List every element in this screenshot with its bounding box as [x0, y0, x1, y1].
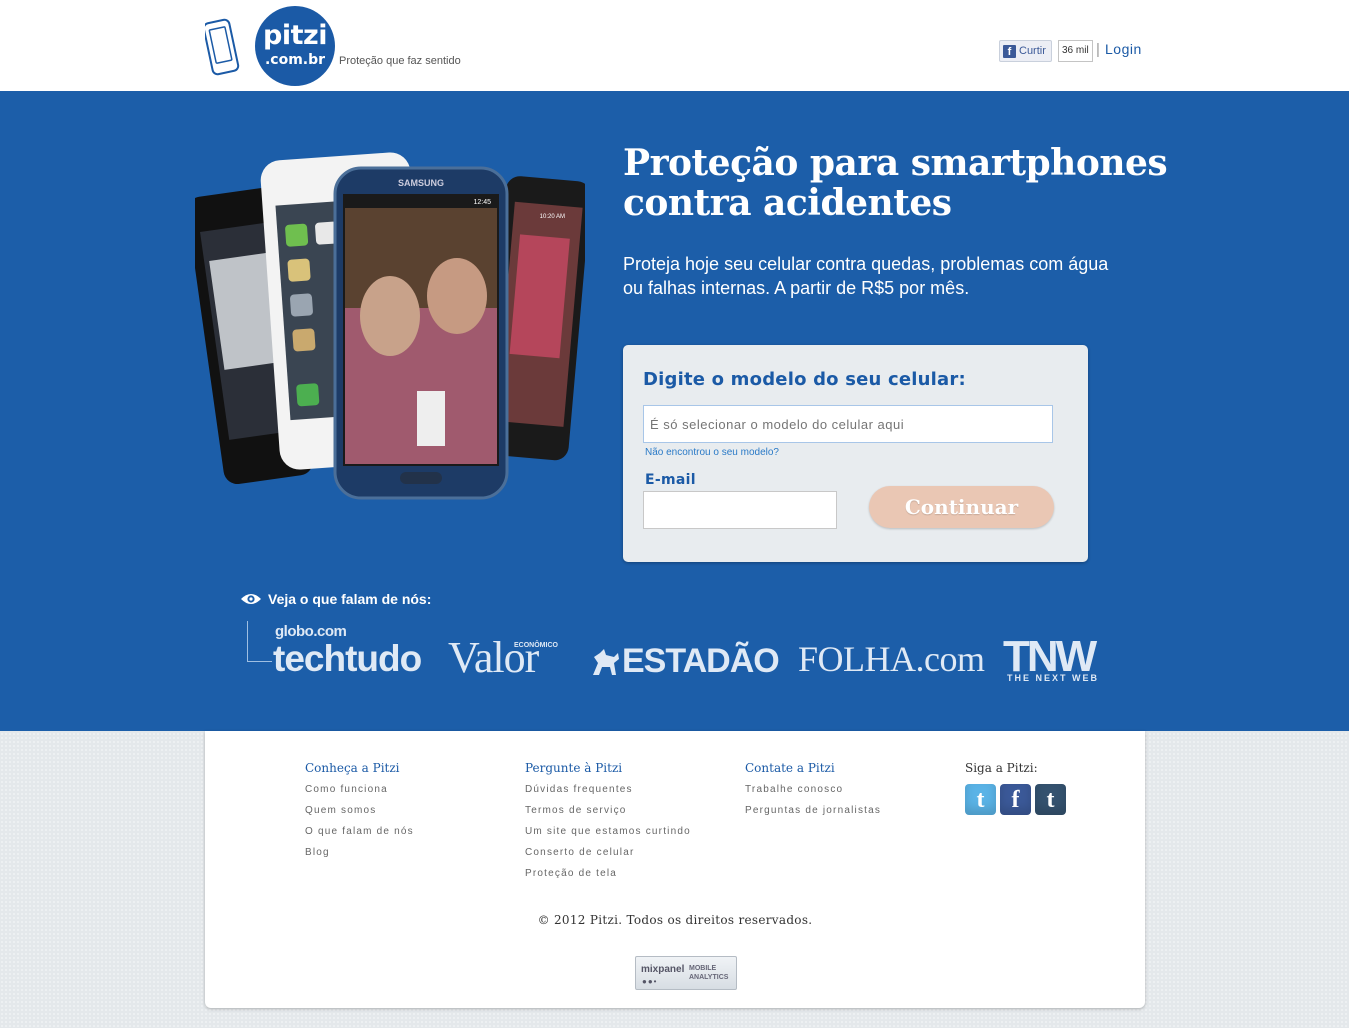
footer-column-contact: Contate a Pitzi Trabalhe conosco Pergunt… — [745, 761, 881, 821]
mixpanel-label: MOBILE ANALYTICS — [689, 965, 729, 981]
footer-column-ask: Pergunte à Pitzi Dúvidas frequentes Term… — [525, 761, 691, 884]
phone-time2-text: 10:20 AM — [540, 214, 565, 220]
footer-link[interactable]: Proteção de tela — [525, 863, 691, 884]
like-count: 36 mil — [1058, 40, 1093, 62]
phone-time-text: 12:45 — [473, 199, 491, 206]
footer-link[interactable]: Dúvidas frequentes — [525, 779, 691, 800]
like-label: Curtir — [1019, 45, 1046, 57]
press-bracket — [247, 621, 272, 662]
logo[interactable]: pitzi .com.br — [255, 6, 335, 86]
footer-link[interactable]: Trabalhe conosco — [745, 779, 881, 800]
logo-phone-icon[interactable] — [205, 18, 241, 80]
facebook-icon[interactable]: f — [1000, 784, 1031, 815]
footer-link[interactable]: Quem somos — [305, 800, 414, 821]
footer-link[interactable]: Perguntas de jornalistas — [745, 800, 881, 821]
footer-column-social: Siga a Pitzi: — [965, 761, 1038, 779]
tumblr-icon[interactable]: t — [1035, 784, 1066, 815]
mixpanel-badge[interactable]: mixpanel MOBILE ANALYTICS ●●• — [635, 956, 737, 990]
twitter-icon[interactable]: t — [965, 784, 996, 815]
hero-section: SAMSUNG 12:45 10:20 AM Proteção para sma… — [0, 91, 1349, 731]
quote-form: Digite o modelo do seu celular: Não enco… — [623, 345, 1088, 562]
site-footer: Conheça a Pitzi Como funciona Quem somos… — [205, 731, 1145, 1008]
logo-domain: .com.br — [264, 52, 326, 68]
phone-model-input[interactable] — [643, 405, 1053, 443]
footer-link[interactable]: Termos de serviço — [525, 800, 691, 821]
footer-link[interactable]: Um site que estamos curtindo — [525, 821, 691, 842]
footer-link[interactable]: Conserto de celular — [525, 842, 691, 863]
footer-column-title: Conheça a Pitzi — [305, 761, 400, 775]
valor-subtitle: ECONÔMICO — [514, 642, 558, 649]
footer-link[interactable]: Como funciona — [305, 779, 414, 800]
press-heading-text: Veja o que falam de nós: — [268, 591, 432, 607]
social-title: Siga a Pitzi: — [965, 761, 1038, 775]
social-links: t f t — [965, 784, 1066, 815]
press-heading: Veja o que falam de nós: — [240, 591, 431, 607]
footer-column-about: Conheça a Pitzi Como funciona Quem somos… — [305, 761, 414, 863]
estadao-logo[interactable]: ESTADÃO — [590, 642, 780, 681]
hero-subtitle: Proteja hoje seu celular contra quedas, … — [623, 254, 1109, 298]
valor-logo[interactable]: Valor — [448, 632, 539, 683]
model-not-found-link[interactable]: Não encontrou o seu modelo? — [645, 447, 779, 458]
separator: | — [1096, 41, 1100, 58]
smartphones-image: SAMSUNG 12:45 10:20 AM — [195, 152, 585, 500]
horse-icon — [593, 648, 619, 675]
eye-icon — [241, 594, 261, 604]
footer-column-title: Pergunte à Pitzi — [525, 761, 623, 775]
facebook-like-button[interactable]: f Curtir — [999, 40, 1052, 62]
site-header: pitzi .com.br Proteção que faz sentido f… — [0, 0, 1349, 91]
tnw-subtitle: THE NEXT WEB — [1007, 673, 1100, 683]
mixpanel-dots-icon: ●●• — [642, 977, 658, 986]
email-label: E-mail — [645, 472, 696, 488]
estadao-text: ESTADÃO — [622, 642, 780, 680]
phone-brand-text: SAMSUNG — [398, 178, 444, 188]
copyright: © 2012 Pitzi. Todos os direitos reservad… — [537, 913, 813, 927]
folha-logo[interactable]: FOLHA.com — [798, 638, 985, 680]
footer-link[interactable]: O que falam de nós — [305, 821, 414, 842]
form-title: Digite o modelo do seu celular: — [643, 369, 966, 390]
hero-headline: Proteção para smartphones contra acident… — [623, 142, 1168, 224]
login-link[interactable]: Login — [1105, 41, 1142, 57]
continue-button[interactable]: Continuar — [869, 486, 1054, 528]
email-field[interactable] — [643, 491, 837, 529]
facebook-icon: f — [1003, 44, 1016, 58]
logo-text: pitzi — [263, 20, 327, 51]
footer-link[interactable]: Blog — [305, 842, 414, 863]
techtudo-logo[interactable]: techtudo — [273, 638, 422, 680]
footer-column-title: Contate a Pitzi — [745, 761, 835, 775]
mixpanel-brand: mixpanel — [641, 964, 685, 975]
tagline: Proteção que faz sentido — [339, 55, 461, 67]
